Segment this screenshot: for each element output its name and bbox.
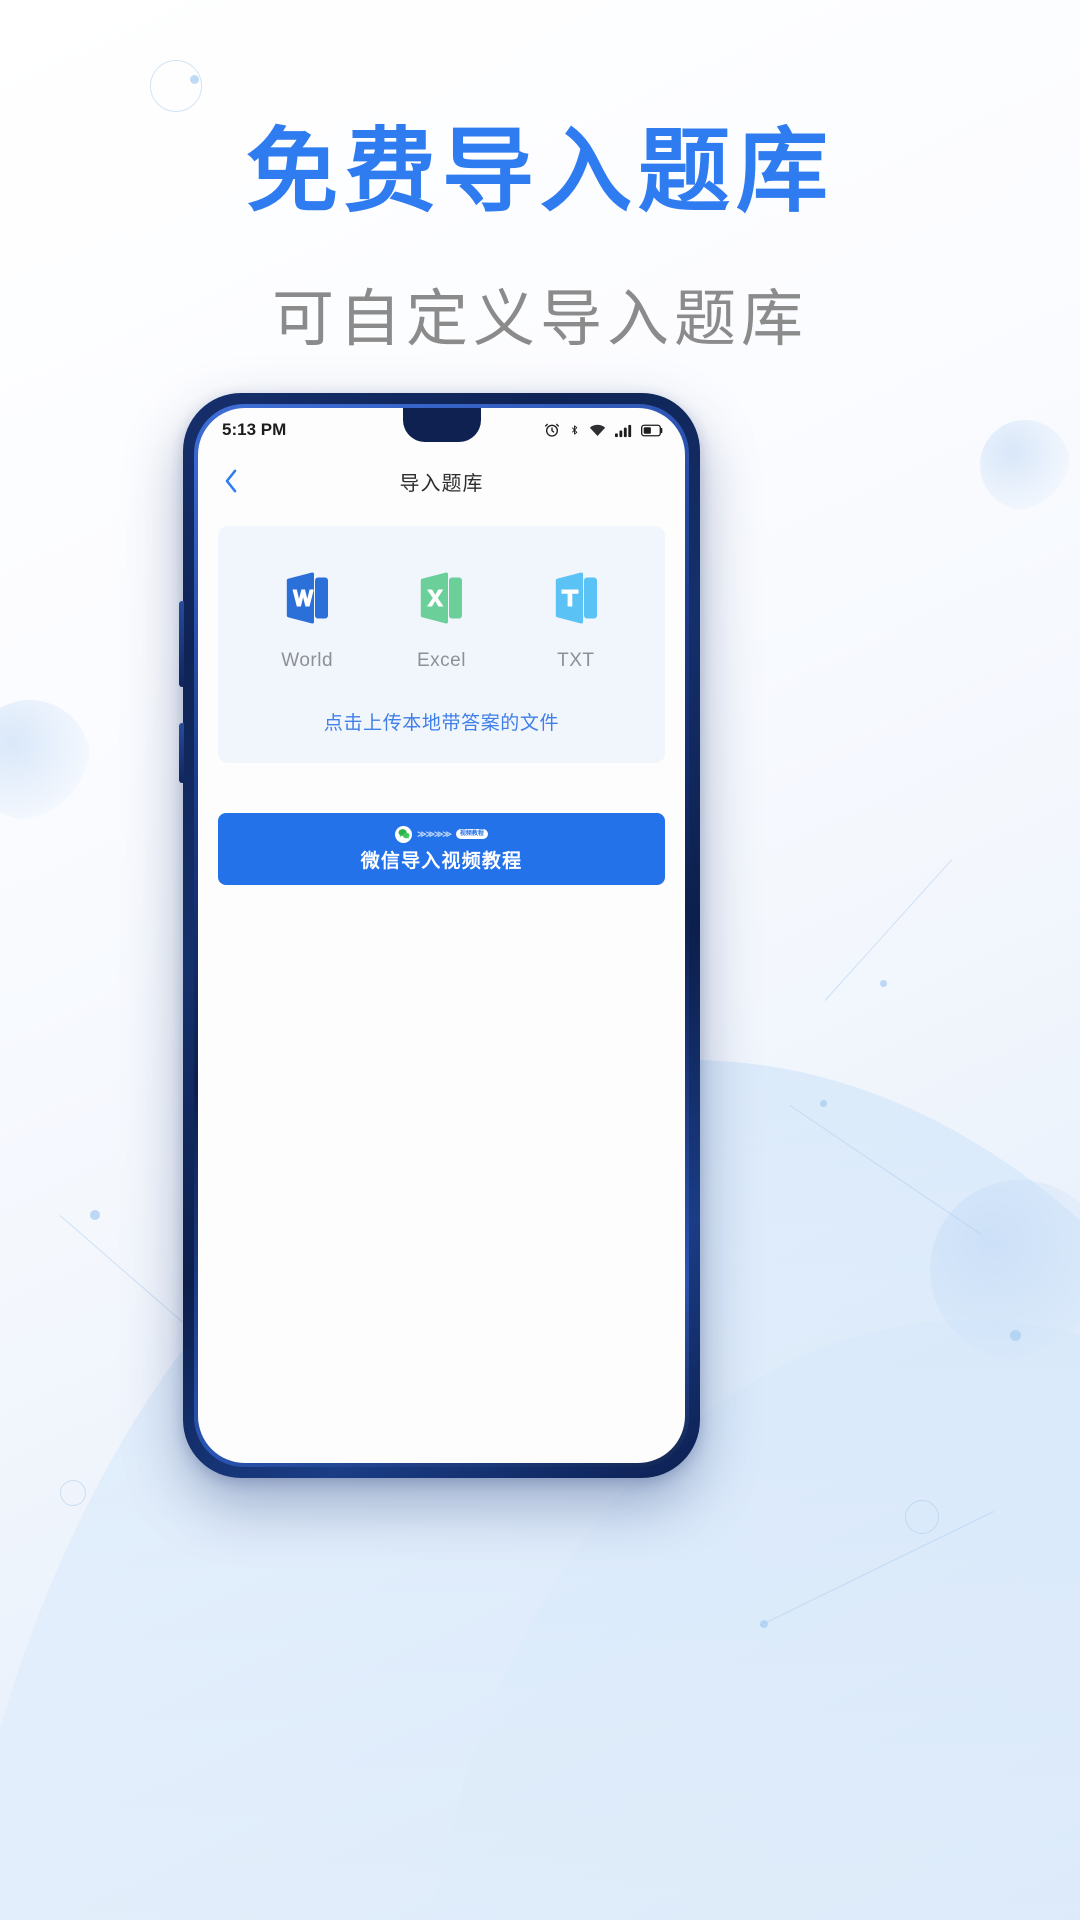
excel-file-icon [385, 562, 497, 634]
file-type-word[interactable]: World [251, 562, 363, 672]
upload-card: World Excel TXT 点击上传本地带答案的文件 [218, 526, 665, 763]
background-line-4 [59, 1215, 189, 1328]
file-type-label: World [281, 650, 334, 671]
cellular-signal-icon [615, 424, 632, 437]
phone-power-button [179, 723, 184, 783]
status-bar-time: 5:13 PM [222, 420, 287, 439]
promo-headline: 免费导入题库 [245, 121, 834, 223]
txt-file-icon [520, 562, 632, 634]
battery-icon [641, 424, 663, 436]
promo-text-block: 免费导入题库 可自定义导入题库 [0, 120, 1080, 358]
background-ring-2 [905, 1500, 939, 1534]
wechat-icon [395, 825, 413, 843]
bluetooth-icon [571, 425, 578, 435]
file-type-excel[interactable]: Excel [385, 562, 497, 672]
alarm-icon [545, 423, 559, 437]
file-type-list: World Excel TXT [218, 562, 665, 672]
wechat-arrows: ≫≫≫≫ [417, 828, 452, 839]
phone-bezel: 5:13 PM 导入题库 World Excel TXT 点击上传本地带答案的文… [194, 404, 689, 1467]
file-type-label: Excel [417, 650, 466, 671]
upload-file-link[interactable]: 点击上传本地带答案的文件 [218, 708, 665, 735]
promo-subheadline: 可自定义导入题库 [271, 285, 808, 354]
word-file-icon [251, 562, 363, 634]
app-navbar: 导入题库 [198, 452, 685, 510]
background-blob-topright [980, 420, 1070, 510]
chevron-left-icon [225, 469, 236, 493]
phone-screen: 5:13 PM 导入题库 World Excel TXT 点击上传本地带答案的文… [198, 408, 685, 1463]
background-dot-3 [1010, 1330, 1021, 1341]
wifi-icon [589, 424, 606, 437]
background-ring-3 [60, 1480, 86, 1506]
file-type-txt[interactable]: TXT [520, 562, 632, 672]
phone-mockup: 5:13 PM 导入题库 World Excel TXT 点击上传本地带答案的文… [179, 393, 700, 1478]
back-button[interactable] [218, 468, 244, 494]
wechat-badge: 视频教程 [455, 829, 488, 839]
background-dot-6 [880, 980, 887, 987]
wechat-button-label: 微信导入视频教程 [360, 850, 523, 872]
wechat-button-graphics: ≫≫≫≫ 视频教程 [395, 825, 488, 843]
background-line-2 [824, 858, 953, 1001]
page-title: 导入题库 [399, 472, 484, 495]
background-dot-5 [90, 1210, 100, 1220]
file-type-label: TXT [557, 650, 595, 671]
background-blob-left [0, 700, 90, 820]
background-dot-1 [190, 75, 199, 84]
status-bar: 5:13 PM [198, 408, 685, 452]
status-bar-icons [544, 422, 663, 438]
background-ring-1 [150, 60, 202, 112]
wechat-tutorial-button[interactable]: ≫≫≫≫ 视频教程 微信导入视频教程 [218, 813, 665, 885]
phone-volume-button [179, 601, 184, 687]
background-dot-2 [820, 1100, 827, 1107]
